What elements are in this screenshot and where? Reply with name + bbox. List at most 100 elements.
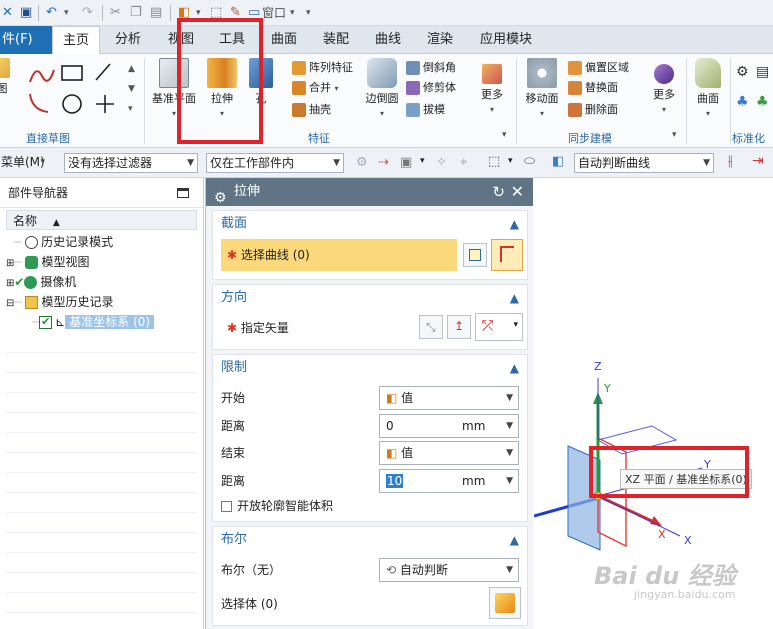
boolean-type-select[interactable]: ⟲ 自动判断 ▼ xyxy=(379,558,519,582)
replace-face-button[interactable]: 替换面 xyxy=(568,78,618,98)
sync-group-dropdown-icon[interactable]: ▾ xyxy=(672,130,677,140)
limits-header[interactable]: 限制 ▲ xyxy=(213,355,527,381)
scope-select[interactable]: 仅在工作部件内 ▼ xyxy=(206,153,344,173)
rectangle-select-icon[interactable]: ⬚ xyxy=(488,154,500,169)
delete-face-button[interactable]: 删除面 xyxy=(568,100,618,120)
hole-button[interactable]: 孔 xyxy=(244,58,278,106)
tree-item-model-views[interactable]: ⊞┈ 模型视图 xyxy=(6,252,196,272)
datum-plane-button[interactable]: 基准平面 ▾ xyxy=(152,58,196,119)
draft-button[interactable]: 拔模 xyxy=(406,100,445,120)
section-header[interactable]: 截面 ▲ xyxy=(213,211,527,237)
app-icon[interactable]: ✕ xyxy=(2,4,13,22)
vector-type-select[interactable]: ⤱ ▾ xyxy=(475,313,523,341)
touch-mode-icon[interactable]: ⬚ xyxy=(210,4,222,22)
tab-tools[interactable]: 工具 xyxy=(210,26,254,54)
edge-blend-button[interactable]: 边倒圆 ▾ xyxy=(360,58,404,119)
follow-fillet-icon[interactable]: ⇥ xyxy=(752,153,764,169)
paint-icon[interactable]: ✎ xyxy=(230,4,241,22)
sketch-gallery-more-icon[interactable]: ▾ xyxy=(128,104,133,114)
start-label: 开始 xyxy=(221,391,246,405)
tab-view[interactable]: 视图 xyxy=(157,26,205,54)
window-menu[interactable]: 窗口 xyxy=(262,4,286,22)
tab-surface[interactable]: 曲面 xyxy=(262,26,306,54)
snap-point-icon[interactable]: ✧ xyxy=(436,155,447,170)
start-type-select[interactable]: ◧ 值 ▼ xyxy=(379,386,519,410)
select-body-button[interactable] xyxy=(489,587,521,619)
offset-region-button[interactable]: 偏置区域 xyxy=(568,58,629,78)
reverse-direction-icon[interactable]: ⤡ xyxy=(419,315,443,339)
sketch-gallery-up-icon[interactable]: ▲ xyxy=(128,64,135,74)
select-curve-field[interactable]: ✱ 选择曲线 (0) xyxy=(221,239,457,271)
type-filter-select[interactable]: 没有选择过滤器 ▼ xyxy=(64,153,198,173)
tab-home[interactable]: 主页 xyxy=(52,26,100,55)
fastener-icon[interactable]: ▤ xyxy=(756,64,769,80)
tab-render[interactable]: 渲染 xyxy=(418,26,462,54)
tab-file[interactable]: 件(F) xyxy=(0,26,52,54)
redo-icon[interactable]: ↷ xyxy=(82,4,93,22)
tab-analysis[interactable]: 分析 xyxy=(104,26,152,54)
tab-assembly[interactable]: 装配 xyxy=(314,26,358,54)
copy-icon[interactable]: ❐ xyxy=(130,4,142,22)
tree-item-model-history[interactable]: ⊟┈ 模型历史记录 xyxy=(6,292,196,312)
paste-icon[interactable]: ▤ xyxy=(150,4,162,22)
undo-dropdown-icon[interactable]: ▾ xyxy=(64,4,69,22)
end-type-select[interactable]: ◧ 值 ▼ xyxy=(379,441,519,465)
tab-applications[interactable]: 应用模块 xyxy=(474,26,538,54)
sketch-tools-icons[interactable] xyxy=(26,60,126,116)
graphics-viewport[interactable]: Z Y Y X X XZ 平面 / 基准坐标系(0) Bai du 经验 jin… xyxy=(534,178,773,629)
boolean-header[interactable]: 布尔 ▲ xyxy=(213,527,527,553)
command-finder-icon[interactable]: ◧ xyxy=(178,4,190,22)
sketch-gallery-down-icon[interactable]: ▼ xyxy=(128,84,135,94)
maximize-icon[interactable] xyxy=(177,188,189,198)
snap-icon[interactable]: ⚙ xyxy=(356,155,368,170)
feature-group-dropdown-icon[interactable]: ▾ xyxy=(502,130,507,140)
move-face-button[interactable]: 移动面 ▾ xyxy=(520,58,564,119)
standard-part-icon[interactable]: ⚙ xyxy=(736,64,749,80)
feature-more-button[interactable]: 更多 ▾ xyxy=(470,58,514,115)
reset-icon[interactable]: ↻ xyxy=(492,178,505,206)
select-region-icon[interactable]: ▣ xyxy=(400,155,412,170)
end-distance-input[interactable]: 10 mm ▼ xyxy=(379,469,519,493)
cut-icon[interactable]: ✂ xyxy=(110,4,121,22)
unite-button[interactable]: 合并 ▾ xyxy=(292,78,339,98)
customize-dropdown-icon[interactable]: ▾ xyxy=(306,4,311,22)
body-select-icon[interactable]: ◧ xyxy=(552,154,564,169)
menu-button[interactable]: 菜单(M) ▾ xyxy=(0,153,48,173)
sketch-section-icon[interactable] xyxy=(463,243,487,267)
gear-part-icon[interactable]: ♣ xyxy=(756,94,769,110)
quick-pick-icon[interactable]: ⌖ xyxy=(460,155,467,170)
undo-icon[interactable]: ↶ xyxy=(46,4,57,22)
stop-at-intersection-icon[interactable]: ⫲ xyxy=(728,153,733,169)
collapse-caret-icon: ▲ xyxy=(509,361,519,375)
chamfer-button[interactable]: 倒斜角 xyxy=(406,58,456,78)
start-distance-input[interactable]: 0 mm ▼ xyxy=(379,414,519,438)
surface-button[interactable]: 曲面 ▾ xyxy=(688,58,728,119)
settings-gear-icon[interactable]: ⚙ xyxy=(214,184,227,212)
pattern-feature-button[interactable]: 阵列特征 xyxy=(292,58,353,78)
window-dropdown-icon[interactable]: ▾ xyxy=(290,4,295,22)
tab-curve[interactable]: 曲线 xyxy=(366,26,410,54)
vector-dialog-icon[interactable]: ↥ xyxy=(447,315,471,339)
direction-header[interactable]: 方向 ▲ xyxy=(213,285,527,311)
select-dropdown-icon[interactable]: ▾ xyxy=(420,156,425,166)
curve-selection-icon[interactable] xyxy=(491,239,523,271)
tree-item-cameras[interactable]: ⊞✔ 摄像机 xyxy=(6,272,196,292)
shell-button[interactable]: 抽壳 xyxy=(292,100,331,120)
reuse-library-icon[interactable]: ♣ xyxy=(736,94,749,110)
sketch-button[interactable]: 图 xyxy=(0,58,14,96)
close-icon[interactable]: ✕ xyxy=(511,178,524,206)
tree-item-datum-csys[interactable]: ┈ ✔ ⊾ 基准坐标系 (0) xyxy=(6,312,196,332)
command-dropdown-icon[interactable]: ▾ xyxy=(196,4,201,22)
select-tool-icon[interactable]: ⇢ xyxy=(378,155,389,170)
navigator-column-header[interactable]: 名称 ▲ xyxy=(6,210,197,230)
tree-item-history-mode[interactable]: ┈ 历史记录模式 xyxy=(6,232,196,252)
trim-body-button[interactable]: 修剪体 xyxy=(406,78,456,98)
open-profile-checkbox[interactable]: 开放轮廓智能体积 xyxy=(221,495,333,517)
save-icon[interactable]: ▣ xyxy=(20,4,32,22)
curve-rule-select[interactable]: 自动判断曲线 ▼ xyxy=(574,153,714,173)
sync-more-button[interactable]: 更多 ▾ xyxy=(642,58,686,115)
window-icon[interactable]: ▭ xyxy=(248,4,260,22)
rectangle-dropdown-icon[interactable]: ▾ xyxy=(508,156,513,166)
extrude-button[interactable]: 拉伸 ▾ xyxy=(200,58,244,119)
deselect-icon[interactable]: ⬭ xyxy=(524,154,535,169)
